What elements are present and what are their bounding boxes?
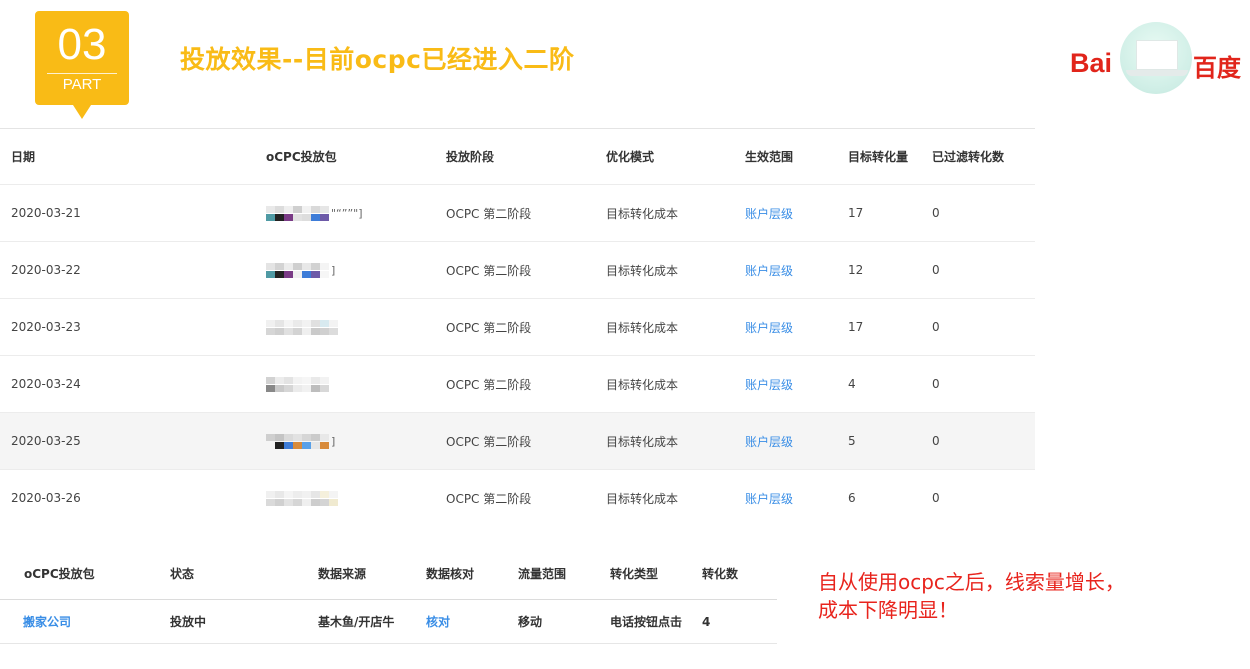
- col-mode[interactable]: 优化模式: [606, 129, 654, 184]
- col-traffic[interactable]: 流量范围: [518, 548, 566, 599]
- col-conv-count[interactable]: 转化数: [702, 548, 738, 599]
- cell-mode: 目标转化成本: [606, 377, 679, 392]
- cell-package: [266, 470, 338, 526]
- laptop-base: [1126, 70, 1188, 76]
- result-note: 自从使用ocpc之后，线索量增长， 成本下降明显！: [818, 568, 1125, 624]
- ocpc-daily-table: 日期 oCPC投放包 投放阶段 优化模式 生效范围 目标转化量 已过滤转化数 2…: [0, 128, 1035, 526]
- cell-target: 5: [848, 434, 856, 448]
- cell-package: [266, 356, 329, 412]
- cell-filtered: 0: [932, 491, 940, 505]
- cell-package: ]: [266, 413, 335, 469]
- col-target[interactable]: 目标转化量: [848, 129, 908, 184]
- blurred-package-name: [266, 376, 329, 392]
- table-row[interactable]: 2020-03-24 OCPC 第二阶段 目标转化成本 账户层级 4 0: [0, 356, 1035, 413]
- cell-target: 12: [848, 263, 864, 277]
- cell-stage: OCPC 第二阶段: [446, 377, 532, 392]
- cell-stage: OCPC 第二阶段: [446, 320, 532, 335]
- cell-filtered: 0: [932, 206, 940, 220]
- col-scope[interactable]: 生效范围: [745, 129, 793, 184]
- note-line-2: 成本下降明显！: [818, 598, 958, 622]
- logo-latin: Bai: [1070, 48, 1113, 78]
- cell-filtered: 0: [932, 263, 940, 277]
- blurred-package-name: [266, 433, 329, 449]
- table-header: 日期 oCPC投放包 投放阶段 优化模式 生效范围 目标转化量 已过滤转化数: [0, 129, 1035, 185]
- col-package[interactable]: oCPC投放包: [24, 548, 95, 599]
- col-verify[interactable]: 数据核对: [426, 548, 474, 599]
- cell-target: 4: [848, 377, 856, 391]
- part-badge: 03 PART: [35, 11, 129, 119]
- scope-link[interactable]: 账户层级: [745, 413, 793, 469]
- table-row[interactable]: 2020-03-26 OCPC 第二阶段 目标转化成本 账户层级 6 0: [0, 470, 1035, 526]
- cell-mode: 目标转化成本: [606, 491, 679, 506]
- scope-link[interactable]: 账户层级: [745, 470, 793, 526]
- table-row[interactable]: 2020-03-25 ] OCPC 第二阶段 目标转化成本 账户层级 5 0: [0, 413, 1035, 470]
- cell-filtered: 0: [932, 434, 940, 448]
- col-source[interactable]: 数据来源: [318, 548, 366, 599]
- conv-type-text: 电话按钮点击: [610, 615, 683, 629]
- cell-mode: 目标转化成本: [606, 320, 679, 335]
- laptop-icon: [1136, 40, 1178, 70]
- cell-target: 6: [848, 491, 856, 505]
- baidu-logo: Bai 百度: [1060, 18, 1250, 98]
- cell-stage: OCPC 第二阶段: [446, 491, 532, 506]
- cell-mode: 目标转化成本: [606, 263, 679, 278]
- note-line-1: 自从使用ocpc之后，线索量增长，: [818, 570, 1125, 594]
- slide-title: 投放效果--目前ocpc已经进入二阶: [180, 45, 575, 74]
- conv-count-text: 4: [702, 614, 711, 629]
- cell-date: 2020-03-23: [11, 320, 81, 334]
- cell-date: 2020-03-22: [11, 263, 81, 277]
- cell-target: 17: [848, 206, 864, 220]
- table-row[interactable]: 2020-03-22 ] OCPC 第二阶段 目标转化成本 账户层级 12 0: [0, 242, 1035, 299]
- scope-link[interactable]: 账户层级: [745, 299, 793, 355]
- part-label: PART: [62, 76, 102, 93]
- col-stage[interactable]: 投放阶段: [446, 129, 494, 184]
- cell-stage: OCPC 第二阶段: [446, 263, 532, 278]
- cell-mode: 目标转化成本: [606, 434, 679, 449]
- table-row[interactable]: 搬家公司 投放中 基木鱼/开店牛 核对 移动 电话按钮点击 4: [0, 600, 777, 644]
- package-link[interactable]: 搬家公司: [23, 600, 71, 643]
- source-text: 基木鱼/开店牛: [318, 615, 395, 629]
- cell-date: 2020-03-21: [11, 206, 81, 220]
- blurred-package-name: [266, 262, 329, 278]
- sub-table-header: oCPC投放包 状态 数据来源 数据核对 流量范围 转化类型 转化数: [0, 548, 777, 600]
- cell-date: 2020-03-26: [11, 491, 81, 505]
- cell-filtered: 0: [932, 377, 940, 391]
- cell-stage: OCPC 第二阶段: [446, 206, 532, 221]
- col-date[interactable]: 日期: [11, 129, 35, 184]
- part-number: 03: [57, 20, 107, 69]
- logo-chinese: 百度: [1193, 54, 1241, 82]
- cell-package: [266, 299, 338, 355]
- cell-stage: OCPC 第二阶段: [446, 434, 532, 449]
- scope-link[interactable]: 账户层级: [745, 356, 793, 412]
- part-divider: [47, 73, 117, 74]
- cell-mode: 目标转化成本: [606, 206, 679, 221]
- traffic-text: 移动: [518, 615, 543, 629]
- status-text: 投放中: [170, 615, 207, 629]
- col-filtered[interactable]: 已过滤转化数: [932, 129, 1004, 184]
- table-row[interactable]: 2020-03-21 "“””"] OCPC 第二阶段 目标转化成本 账户层级 …: [0, 185, 1035, 242]
- table-row[interactable]: 2020-03-23 OCPC 第二阶段 目标转化成本 账户层级 17 0: [0, 299, 1035, 356]
- scope-link[interactable]: 账户层级: [745, 242, 793, 298]
- cell-date: 2020-03-24: [11, 377, 81, 391]
- cell-package: "“””"]: [266, 185, 363, 241]
- scope-link[interactable]: 账户层级: [745, 185, 793, 241]
- blurred-package-name: [266, 319, 338, 335]
- col-package[interactable]: oCPC投放包: [266, 129, 337, 184]
- ocpc-package-table: oCPC投放包 状态 数据来源 数据核对 流量范围 转化类型 转化数 搬家公司 …: [0, 548, 777, 644]
- verify-link[interactable]: 核对: [426, 600, 450, 643]
- blurred-package-name: [266, 490, 338, 506]
- cell-target: 17: [848, 320, 864, 334]
- cell-package: ]: [266, 242, 335, 298]
- cell-filtered: 0: [932, 320, 940, 334]
- col-conv-type[interactable]: 转化类型: [610, 548, 658, 599]
- col-status[interactable]: 状态: [170, 548, 194, 599]
- blurred-package-name: [266, 205, 329, 221]
- cell-date: 2020-03-25: [11, 434, 81, 448]
